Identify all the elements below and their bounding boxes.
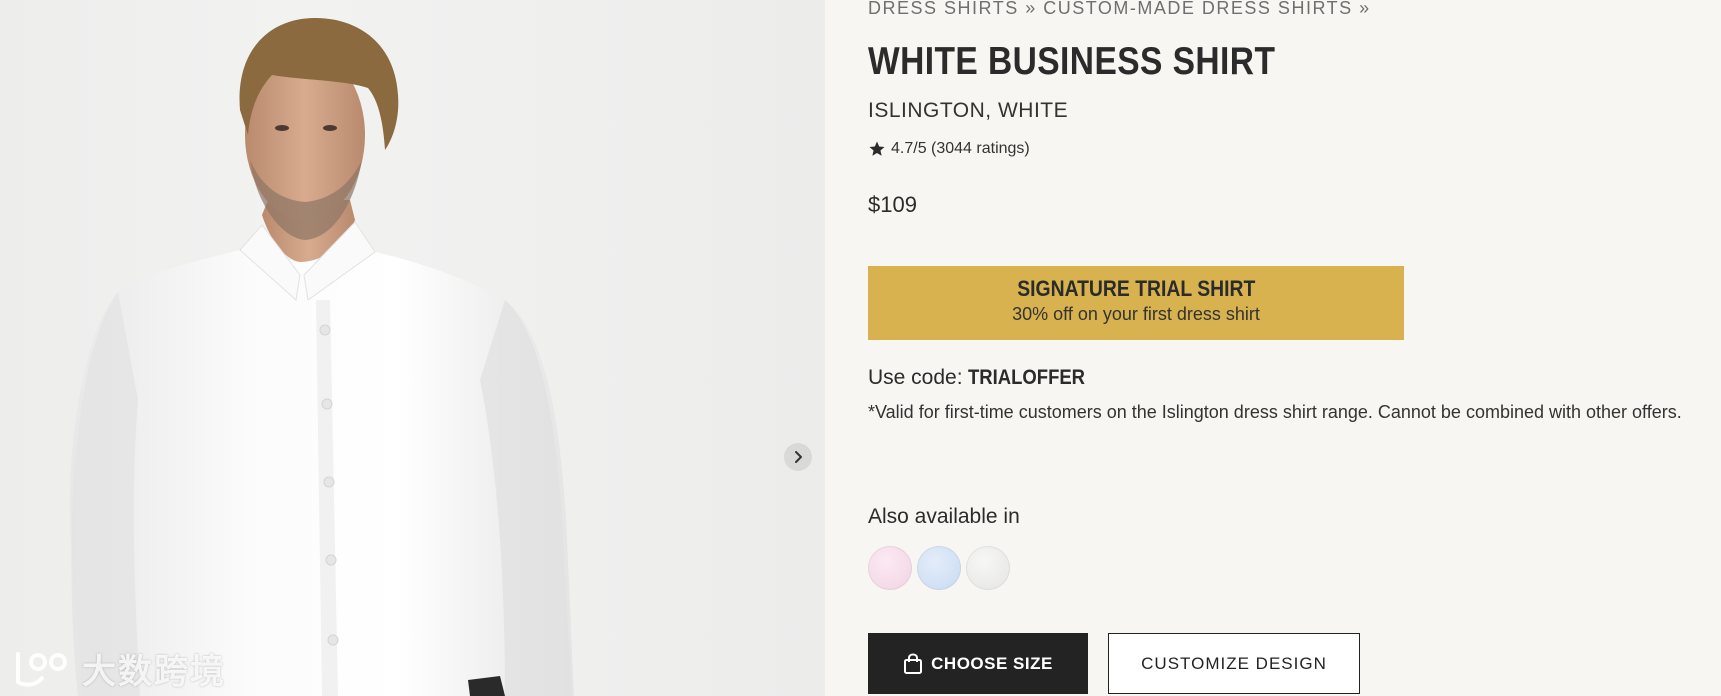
swatch-white[interactable] (966, 546, 1010, 590)
breadcrumb-item-dress-shirts[interactable]: DRESS SHIRTS (868, 0, 1019, 18)
promo-disclaimer: *Valid for first-time customers on the I… (868, 402, 1682, 422)
promo-code-label: Use code: (868, 366, 963, 389)
model-photo (69, 18, 575, 696)
product-price: $109 (868, 192, 917, 217)
variants-label: Also available in (868, 505, 1020, 528)
product-page: 大数跨境 DRESS SHIRTS » CUSTOM-MADE DRESS SH… (0, 0, 1721, 696)
product-rating[interactable]: 4.7/5 (3044 ratings) (868, 140, 1030, 158)
star-icon (869, 141, 885, 156)
promo-subtitle: 30% off on your first dress shirt (1012, 304, 1260, 324)
product-title: WHITE BUSINESS SHIRT (868, 40, 1276, 83)
breadcrumb-separator: » (1025, 0, 1037, 18)
customize-design-button[interactable]: CUSTOMIZE DESIGN (1108, 633, 1360, 694)
breadcrumb-item-custom-made-dress-shirts[interactable]: CUSTOM-MADE DRESS SHIRTS (1043, 0, 1352, 18)
breadcrumb-separator: » (1359, 0, 1371, 18)
watermark: 大数跨境 (12, 646, 226, 692)
rating-text: 4.7/5 (3044 ratings) (891, 140, 1030, 157)
swatch-pink[interactable] (868, 546, 912, 590)
promo-code-value: TRIALOFFER (968, 366, 1086, 389)
choose-size-button[interactable]: CHOOSE SIZE (868, 633, 1088, 694)
promo-banner: SIGNATURE TRIAL SHIRT 30% off on your fi… (868, 266, 1404, 340)
choose-size-label: CHOOSE SIZE (931, 653, 1053, 673)
shopping-bag-icon (904, 652, 923, 674)
promo-code-line: Use code: TRIALOFFER (868, 366, 1101, 390)
chevron-right-icon (795, 451, 802, 463)
promo-title: SIGNATURE TRIAL SHIRT (1016, 276, 1256, 301)
product-subtitle: ISLINGTON, WHITE (868, 99, 1069, 122)
watermark-logo-icon (16, 652, 67, 687)
swatch-light-blue[interactable] (917, 546, 961, 590)
product-image-gallery[interactable]: 大数跨境 (0, 0, 825, 696)
color-swatches (868, 546, 1010, 590)
breadcrumb: DRESS SHIRTS » CUSTOM-MADE DRESS SHIRTS … (868, 0, 1371, 19)
gallery-next-button[interactable] (784, 443, 812, 471)
product-actions: CHOOSE SIZE CUSTOMIZE DESIGN (868, 633, 1360, 694)
watermark-text: 大数跨境 (82, 651, 226, 692)
